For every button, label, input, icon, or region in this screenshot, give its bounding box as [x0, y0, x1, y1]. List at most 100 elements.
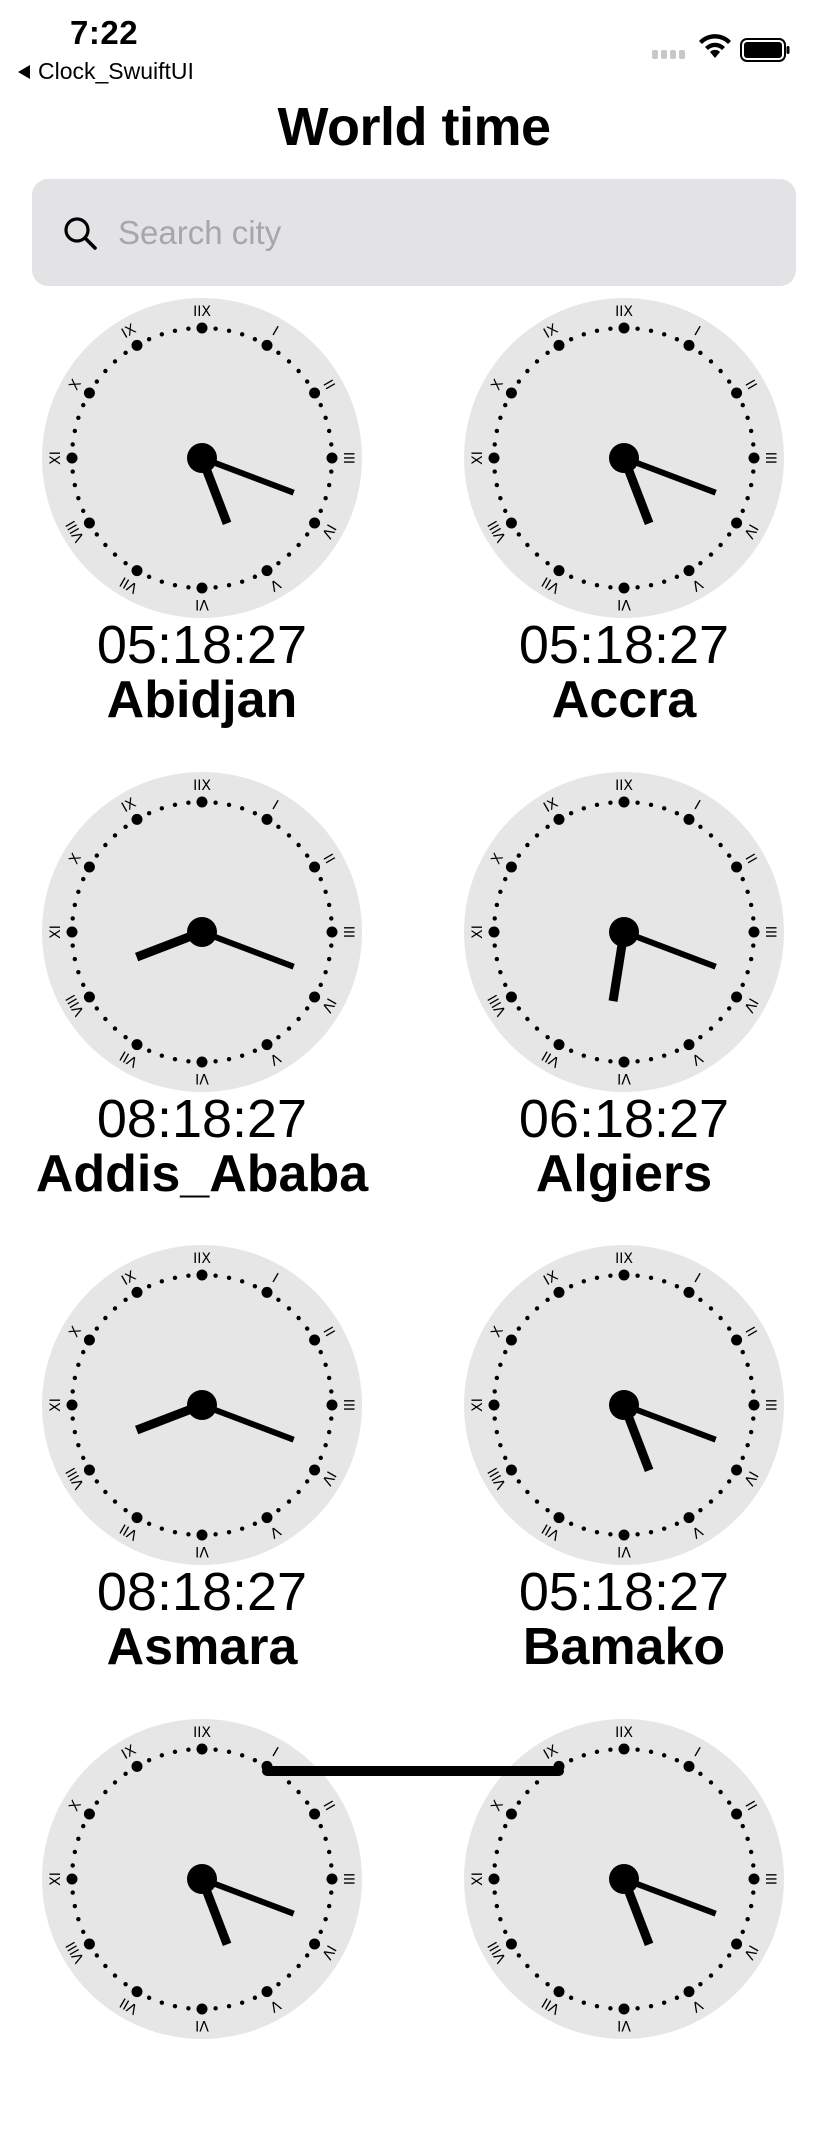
minute-marker: [329, 1389, 334, 1394]
minute-marker: [568, 1521, 574, 1526]
hour-marker: [553, 339, 565, 351]
minute-marker: [503, 982, 508, 988]
minute-marker: [745, 1362, 750, 1368]
home-indicator: [262, 1766, 564, 1776]
city-name: Asmara: [106, 1618, 298, 1676]
clock-cell[interactable]: IIX I II III IV V VI VII VIII XI X IX 05:18:27 Accra: [424, 298, 824, 729]
minute-marker: [72, 428, 78, 434]
hour-marker: [553, 1986, 565, 1998]
minute-marker: [103, 1963, 108, 1969]
hour-marker: [505, 1334, 517, 1346]
minute-marker: [172, 1749, 178, 1755]
minute-marker: [718, 1489, 723, 1495]
search-icon: [64, 216, 97, 250]
minute-marker: [594, 1056, 600, 1062]
clock-numeral: III: [762, 452, 778, 464]
minute-marker: [525, 1963, 530, 1969]
minute-marker: [326, 1849, 332, 1855]
minute-marker: [492, 1890, 497, 1895]
clock-numeral: IIX: [615, 778, 633, 794]
hour-marker: [196, 2003, 208, 2015]
minute-marker: [94, 1006, 100, 1011]
minute-marker: [608, 2006, 613, 2011]
minute-marker: [503, 1349, 508, 1355]
minute-marker: [186, 326, 191, 331]
minute-marker: [748, 1375, 754, 1381]
minute-marker: [698, 1981, 703, 1987]
hour-marker: [618, 1743, 630, 1755]
minute-marker: [674, 574, 680, 579]
minute-marker: [751, 442, 756, 447]
minute-marker: [718, 1315, 723, 1321]
clock-numeral: XI: [48, 925, 64, 939]
minute-marker: [159, 579, 165, 584]
minute-marker: [304, 1006, 310, 1011]
minute-marker: [323, 495, 328, 501]
battery-icon: [740, 38, 790, 62]
hour-marker: [618, 582, 630, 594]
back-to-app-link[interactable]: Clock_SwuiftUI: [18, 58, 194, 85]
minute-marker: [708, 1306, 714, 1311]
minute-marker: [608, 585, 613, 590]
minute-marker: [498, 969, 503, 975]
search-input[interactable]: [116, 212, 760, 253]
minute-marker: [525, 368, 530, 374]
hour-marker: [131, 1039, 143, 1051]
clock-numeral: IIX: [193, 1725, 211, 1741]
clock-cell[interactable]: IIX I II III IV V VI VII VIII XI X IX: [424, 1719, 824, 2139]
minute-marker: [226, 1529, 232, 1535]
hour-marker: [261, 813, 273, 825]
minute-marker: [123, 1297, 128, 1303]
minute-marker: [81, 1823, 86, 1829]
minute-marker: [648, 1275, 654, 1281]
minute-marker: [94, 532, 100, 537]
minute-marker: [103, 368, 108, 374]
minute-marker: [304, 379, 310, 384]
minute-marker: [123, 560, 128, 566]
hour-marker: [748, 926, 760, 938]
minute-marker: [568, 1284, 574, 1289]
minute-marker: [674, 1521, 680, 1526]
minute-marker: [81, 982, 86, 988]
minute-marker: [503, 1929, 508, 1935]
city-name: Accra: [551, 671, 697, 729]
minute-marker: [112, 359, 118, 364]
minute-marker: [112, 1780, 118, 1785]
minute-marker: [326, 902, 332, 908]
minute-marker: [674, 1758, 680, 1763]
minute-marker: [492, 1863, 497, 1868]
minute-marker: [329, 916, 334, 921]
search-bar[interactable]: [32, 179, 796, 286]
minute-marker: [525, 1315, 530, 1321]
digital-time: 08:18:27: [96, 1562, 308, 1622]
minute-marker: [740, 982, 745, 988]
minute-marker: [146, 574, 152, 579]
minute-marker: [581, 579, 587, 584]
hour-marker: [731, 1808, 743, 1820]
minute-marker: [112, 552, 118, 557]
hour-marker: [683, 1286, 695, 1298]
minute-marker: [226, 582, 232, 588]
hour-marker: [309, 387, 321, 399]
minute-marker: [726, 1953, 732, 1958]
clock-numeral: XI: [470, 925, 486, 939]
clock-cell[interactable]: IIX I II III IV V VI VII VIII XI X IX 08:18:27 Addis_…: [2, 772, 402, 1203]
hour-marker: [553, 1512, 565, 1524]
minute-marker: [661, 1526, 667, 1531]
clock-numeral: VI: [617, 596, 631, 612]
minute-marker: [718, 1789, 723, 1795]
minute-marker: [123, 350, 128, 356]
clock-cell[interactable]: IIX I II III IV V VI VII VIII XI X IX 06:18:27 Algier…: [424, 772, 824, 1203]
clock-cell[interactable]: IIX I II III IV V VI VII VIII XI X IX 08:18:27 Asmara: [2, 1245, 402, 1676]
status-time: 7:22: [70, 14, 139, 51]
minute-marker: [648, 802, 654, 808]
clock-center-hub: [187, 443, 217, 473]
minute-marker: [748, 1849, 754, 1855]
minute-marker: [661, 332, 667, 337]
digital-time: 06:18:27: [518, 1089, 730, 1149]
clock-cell[interactable]: IIX I II III IV V VI VII VIII XI X IX: [2, 1719, 402, 2139]
minute-marker: [213, 1059, 218, 1064]
minute-marker: [103, 1789, 108, 1795]
clock-cell[interactable]: IIX I II III IV V VI VII VIII XI X IX 05:18:27 Abidja…: [2, 298, 402, 729]
clock-cell[interactable]: IIX I II III IV V VI VII VIII XI X IX 05:18:27 Bamako: [424, 1245, 824, 1676]
